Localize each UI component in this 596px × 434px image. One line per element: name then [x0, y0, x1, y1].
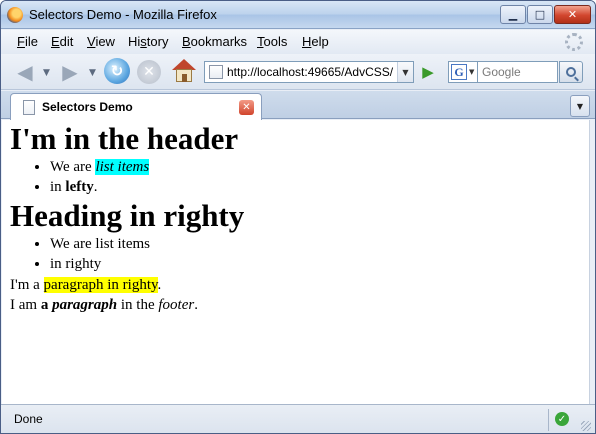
- stop-icon: ✕: [143, 64, 155, 80]
- forward-arrow-icon: ▶: [62, 60, 78, 84]
- close-icon: ✕: [567, 8, 578, 21]
- menu-history[interactable]: History: [128, 34, 168, 49]
- search-button[interactable]: [559, 61, 583, 83]
- maximize-icon: □: [534, 8, 546, 21]
- page-content: I'm in the header We are list items in l…: [2, 120, 590, 404]
- tab-list-button[interactable]: ▼: [570, 95, 590, 117]
- tab-selectors-demo[interactable]: Selectors Demo ✕: [10, 93, 262, 120]
- status-bar: Done ✓: [1, 404, 595, 433]
- stop-button[interactable]: ✕: [137, 60, 161, 84]
- menu-bookmarks[interactable]: Bookmarks: [182, 34, 247, 49]
- minimize-button[interactable]: ▁: [500, 5, 526, 24]
- close-button[interactable]: ✕: [554, 5, 591, 24]
- list-item: in lefty.: [50, 177, 581, 197]
- magnifier-icon: [566, 67, 576, 77]
- security-ok-icon: ✓: [555, 412, 569, 426]
- menu-tools[interactable]: Tools: [257, 34, 287, 49]
- menu-view[interactable]: View: [87, 34, 115, 49]
- google-icon: G: [451, 64, 467, 80]
- back-history-dropdown-icon[interactable]: ▼: [43, 68, 50, 78]
- reload-icon: ↻: [110, 62, 124, 80]
- firefox-icon: [7, 7, 23, 23]
- status-text: Done: [14, 412, 43, 426]
- page-icon: [23, 100, 35, 115]
- url-dropdown-icon[interactable]: ▼: [397, 62, 413, 82]
- navigation-toolbar: ◀ ▼ ▶ ▼ ↻ ✕ http://localhost:49665/AdvCS…: [1, 54, 595, 90]
- righty-list: We are list items in righty: [10, 234, 581, 274]
- go-button[interactable]: ▶: [419, 63, 437, 81]
- url-bar[interactable]: http://localhost:49665/AdvCSS/ ▼: [204, 61, 414, 83]
- list-item: We are list items: [50, 234, 581, 254]
- righty-heading: Heading in righty: [10, 198, 245, 233]
- site-page-icon: [209, 65, 223, 79]
- righty-paragraph: I'm a paragraph in righty.: [10, 277, 162, 293]
- back-button[interactable]: ◀: [11, 58, 39, 86]
- url-text[interactable]: http://localhost:49665/AdvCSS/: [227, 65, 397, 79]
- tab-close-icon[interactable]: ✕: [239, 100, 254, 115]
- reload-button[interactable]: ↻: [104, 58, 130, 84]
- menu-help[interactable]: Help: [302, 34, 329, 49]
- go-arrow-icon: ▶: [422, 63, 434, 81]
- header-list: We are list items in lefty.: [10, 157, 581, 197]
- menu-edit[interactable]: Edit: [51, 34, 73, 49]
- status-divider: [548, 409, 549, 431]
- activity-throbber-icon: [565, 33, 583, 51]
- forward-history-dropdown-icon[interactable]: ▼: [89, 68, 96, 78]
- chevron-down-icon: ▼: [576, 101, 584, 111]
- tab-title: Selectors Demo: [42, 100, 133, 114]
- footer-paragraph: I am a paragraph in the footer.: [10, 297, 198, 313]
- list-item: We are list items: [50, 157, 581, 177]
- minimize-icon: ▁: [508, 8, 518, 21]
- home-button[interactable]: [171, 58, 197, 84]
- engine-dropdown-icon: ▼: [469, 68, 475, 76]
- window-title: Selectors Demo - Mozilla Firefox: [29, 7, 217, 22]
- highlighted-list-text: list items: [95, 159, 150, 175]
- forward-button[interactable]: ▶: [56, 58, 84, 86]
- menu-bar: File Edit View History Bookmarks Tools H…: [1, 30, 595, 54]
- highlighted-paragraph-text: paragraph in righty: [43, 277, 158, 293]
- browser-window: Selectors Demo - Mozilla Firefox ▁ □ ✕ F…: [0, 0, 596, 434]
- maximize-button[interactable]: □: [527, 5, 553, 24]
- search-engine-selector[interactable]: G ▼: [448, 61, 478, 83]
- menu-file[interactable]: File: [17, 34, 38, 49]
- title-bar: Selectors Demo - Mozilla Firefox ▁ □ ✕: [1, 1, 595, 29]
- search-input[interactable]: Google: [478, 61, 558, 83]
- header-heading: I'm in the header: [10, 121, 239, 156]
- list-item: in righty: [50, 254, 581, 274]
- tab-strip: Selectors Demo ✕ ▼: [1, 91, 595, 120]
- resize-grip-icon[interactable]: [581, 421, 591, 431]
- back-arrow-icon: ◀: [17, 60, 33, 84]
